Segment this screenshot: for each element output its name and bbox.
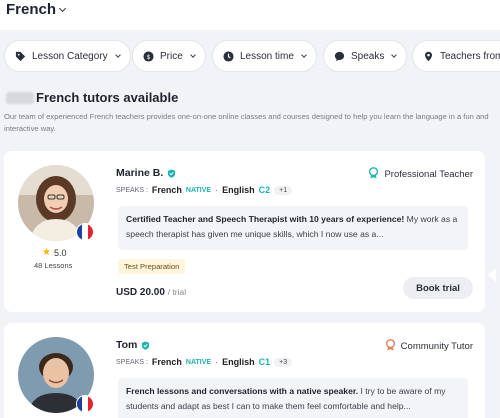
- filter-bar: Lesson Category $ Price Lesson time Spea…: [0, 40, 500, 72]
- verified-shield-icon: [167, 168, 176, 178]
- more-languages-badge[interactable]: +1: [274, 185, 293, 195]
- filter-speaks[interactable]: Speaks: [323, 40, 408, 72]
- dollar-icon: $: [143, 50, 154, 62]
- tutor-description[interactable]: French lessons and conversations with a …: [118, 378, 468, 418]
- language-label: French: [6, 1, 57, 18]
- redacted-count: [6, 91, 34, 104]
- rating: ★ 5.0: [42, 247, 67, 258]
- tutor-type: Professional Teacher: [368, 167, 473, 182]
- badge-icon: [368, 167, 379, 182]
- speaks-row: SPEAKS : French NATIVE · English C1 +3: [116, 357, 293, 367]
- verified-shield-icon: [141, 340, 150, 350]
- filter-lesson-time[interactable]: Lesson time: [212, 40, 317, 72]
- speaks-row: SPEAKS : French NATIVE · English C2 +1: [116, 185, 293, 195]
- medal-icon: [385, 339, 396, 354]
- filter-lesson-category[interactable]: Lesson Category: [4, 40, 131, 72]
- france-flag-icon: [76, 223, 94, 241]
- listing-subtitle: Our team of experienced French teachers …: [4, 112, 489, 133]
- tutor-name[interactable]: Tom: [116, 339, 150, 351]
- carousel-pointer: [488, 268, 496, 282]
- tutor-card[interactable]: Tom Community Tutor SPEAKS : French NATI…: [4, 323, 485, 418]
- chevron-down-icon: [58, 4, 67, 13]
- filter-label: Price: [160, 50, 183, 62]
- location-icon: [423, 51, 434, 62]
- more-languages-badge[interactable]: +3: [274, 357, 293, 367]
- lessons-count: 48 Lessons: [34, 261, 73, 270]
- language-selector[interactable]: French: [6, 1, 67, 18]
- svg-text:$: $: [146, 52, 150, 60]
- tutor-name[interactable]: Marine B.: [116, 167, 176, 179]
- tutor-type: Community Tutor: [385, 339, 473, 354]
- filter-label: Teachers from: [440, 50, 500, 62]
- filter-label: Lesson time: [240, 50, 294, 62]
- filter-price[interactable]: $ Price: [132, 40, 206, 72]
- clock-icon: [223, 50, 234, 62]
- top-bar: French: [0, 0, 500, 30]
- specialty-tag: Test Preparation: [118, 259, 186, 274]
- chevron-down-icon: [391, 52, 398, 58]
- tutor-card[interactable]: ★ 5.0 48 Lessons Marine B. Professional …: [4, 151, 485, 312]
- filter-label: Lesson Category: [32, 50, 108, 62]
- trial-price: USD 20.00 / trial: [116, 287, 187, 298]
- chat-icon: [334, 51, 345, 62]
- chevron-down-icon: [114, 52, 121, 58]
- tag-icon: [15, 51, 26, 62]
- chevron-down-icon: [301, 52, 307, 58]
- star-icon: ★: [42, 247, 51, 258]
- filter-teachers-from[interactable]: Teachers from: [412, 40, 500, 72]
- listing-heading: French tutors available: [6, 90, 178, 105]
- filter-label: Speaks: [351, 50, 385, 62]
- france-flag-icon: [76, 395, 94, 413]
- book-trial-button[interactable]: Book trial: [403, 277, 473, 299]
- tutor-description[interactable]: Certified Teacher and Speech Therapist w…: [118, 206, 468, 250]
- chevron-down-icon: [189, 52, 196, 58]
